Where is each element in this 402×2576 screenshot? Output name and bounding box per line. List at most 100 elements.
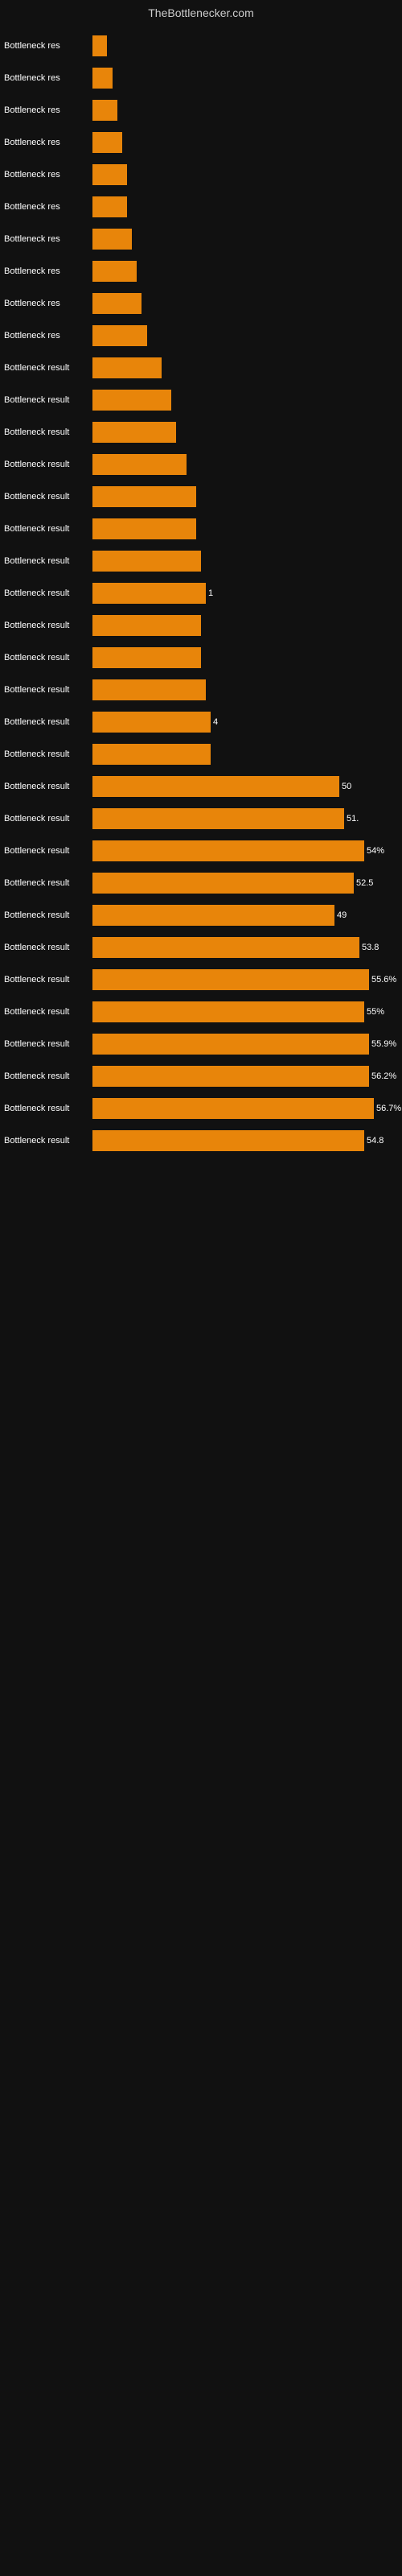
- bar-wrapper: [92, 647, 394, 668]
- bar-value: 51.: [347, 814, 359, 824]
- bar-wrapper: 53.8: [92, 937, 394, 958]
- bar-label: Bottleneck res: [4, 170, 92, 180]
- bar-label: Bottleneck result: [4, 685, 92, 695]
- bar-label: Bottleneck result: [4, 556, 92, 566]
- bar-fill: [92, 905, 334, 926]
- bar-row: Bottleneck result56.7%: [4, 1093, 394, 1124]
- bar-wrapper: 55.9%: [92, 1034, 396, 1055]
- bar-label: Bottleneck res: [4, 41, 92, 51]
- bar-fill: [92, 35, 107, 56]
- bar-label: Bottleneck result: [4, 1136, 92, 1146]
- bar-wrapper: [92, 229, 394, 250]
- bar-wrapper: [92, 486, 394, 507]
- bar-label: Bottleneck result: [4, 588, 92, 598]
- bar-label: Bottleneck res: [4, 105, 92, 115]
- bar-wrapper: 52.5: [92, 873, 394, 894]
- bar-row: Bottleneck result56.2%: [4, 1061, 394, 1092]
- bar-value: 55.9%: [371, 1039, 396, 1049]
- bar-fill: [92, 196, 127, 217]
- bar-fill: [92, 679, 206, 700]
- bar-row: Bottleneck result49: [4, 900, 394, 931]
- bar-wrapper: 55.6%: [92, 969, 396, 990]
- bar-fill: [92, 840, 364, 861]
- bar-fill: [92, 744, 211, 765]
- bar-row: Bottleneck result: [4, 417, 394, 448]
- bar-value: 54.8: [367, 1136, 384, 1146]
- bar-fill: [92, 518, 196, 539]
- bar-label: Bottleneck result: [4, 653, 92, 663]
- bar-label: Bottleneck result: [4, 1007, 92, 1017]
- bar-wrapper: 54%: [92, 840, 394, 861]
- bar-row: Bottleneck result: [4, 610, 394, 641]
- bar-fill: [92, 293, 142, 314]
- bar-value: 55.6%: [371, 975, 396, 985]
- bar-label: Bottleneck result: [4, 846, 92, 856]
- bar-row: Bottleneck result50: [4, 771, 394, 802]
- bar-fill: [92, 1130, 364, 1151]
- bar-wrapper: [92, 615, 394, 636]
- bar-label: Bottleneck result: [4, 395, 92, 405]
- bar-row: Bottleneck result55.6%: [4, 964, 394, 995]
- bar-row: Bottleneck result: [4, 514, 394, 544]
- bar-wrapper: 49: [92, 905, 394, 926]
- bar-fill: [92, 68, 113, 89]
- bar-fill: [92, 1034, 369, 1055]
- bar-row: Bottleneck result: [4, 675, 394, 705]
- bar-row: Bottleneck res: [4, 320, 394, 351]
- bar-value: 52.5: [356, 878, 373, 888]
- bar-wrapper: [92, 518, 394, 539]
- bar-wrapper: [92, 68, 394, 89]
- bar-fill: [92, 712, 211, 733]
- bar-value: 53.8: [362, 943, 379, 952]
- bar-label: Bottleneck res: [4, 266, 92, 276]
- bar-row: Bottleneck result: [4, 546, 394, 576]
- bar-label: Bottleneck result: [4, 910, 92, 920]
- bar-wrapper: [92, 35, 394, 56]
- bar-fill: [92, 357, 162, 378]
- bar-row: Bottleneck res: [4, 159, 394, 190]
- bar-label: Bottleneck result: [4, 749, 92, 759]
- bar-row: Bottleneck res: [4, 63, 394, 93]
- bar-value: 4: [213, 717, 218, 727]
- bar-row: Bottleneck result53.8: [4, 932, 394, 963]
- bar-row: Bottleneck res: [4, 224, 394, 254]
- bar-value: 56.2%: [371, 1071, 396, 1081]
- bar-row: Bottleneck result: [4, 385, 394, 415]
- bar-row: Bottleneck result52.5: [4, 868, 394, 898]
- bar-fill: [92, 808, 344, 829]
- bar-wrapper: [92, 100, 394, 121]
- bar-fill: [92, 1001, 364, 1022]
- bar-wrapper: [92, 196, 394, 217]
- bar-fill: [92, 261, 137, 282]
- bar-fill: [92, 615, 201, 636]
- bar-row: Bottleneck result: [4, 353, 394, 383]
- bar-fill: [92, 776, 339, 797]
- bar-row: Bottleneck result 51.: [4, 803, 394, 834]
- bar-row: Bottleneck res: [4, 31, 394, 61]
- bar-value: 55%: [367, 1007, 384, 1017]
- bar-row: Bottleneck res: [4, 127, 394, 158]
- page-header: TheBottlenecker.com: [0, 0, 402, 23]
- bar-wrapper: [92, 679, 394, 700]
- bar-fill: [92, 1066, 369, 1087]
- bar-fill: [92, 937, 359, 958]
- bar-label: Bottleneck result: [4, 782, 92, 791]
- bar-label: Bottleneck result: [4, 427, 92, 437]
- bar-label: Bottleneck result: [4, 492, 92, 502]
- bar-wrapper: [92, 325, 394, 346]
- chart-container: Bottleneck res Bottleneck res Bottleneck r…: [0, 23, 402, 1166]
- bar-wrapper: [92, 454, 394, 475]
- bar-fill: [92, 454, 187, 475]
- bar-wrapper: [92, 422, 394, 443]
- bar-label: Bottleneck result: [4, 363, 92, 373]
- bar-row: Bottleneck result: [4, 739, 394, 770]
- bar-fill: [92, 132, 122, 153]
- bar-fill: [92, 229, 132, 250]
- bar-row: Bottleneck result54%: [4, 836, 394, 866]
- bar-label: Bottleneck result: [4, 814, 92, 824]
- bar-row: Bottleneck result: [4, 481, 394, 512]
- bar-wrapper: 56.7%: [92, 1098, 401, 1119]
- bar-wrapper: 1: [92, 583, 394, 604]
- bar-label: Bottleneck result: [4, 460, 92, 469]
- bar-row: Bottleneck result4: [4, 707, 394, 737]
